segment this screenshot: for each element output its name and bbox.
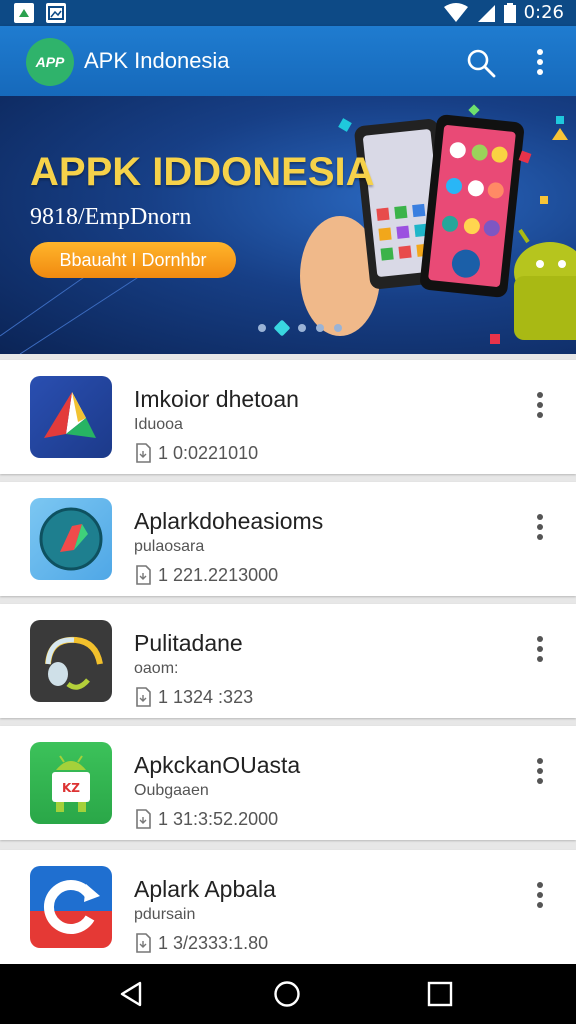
list-item[interactable]: Aplark Apbala pdursain 1 3/2333:1.80 xyxy=(0,850,576,964)
download-size-icon xyxy=(136,565,151,585)
app-meta-text: 1 0:0221010 xyxy=(158,442,259,463)
app-logo: APP xyxy=(26,38,74,86)
banner-subtitle: 9818/EmpDnorn xyxy=(30,204,192,230)
app-meta: 1 0:0221010 xyxy=(134,442,258,464)
carousel-dot[interactable] xyxy=(258,324,266,332)
list-item[interactable]: Aplarkdoheasioms pulaosara 1 221.2213000 xyxy=(0,482,576,596)
banner-cta-button[interactable]: Bbauaht I Dornhbr xyxy=(30,242,236,278)
headset-app-icon xyxy=(30,620,112,702)
download-size-icon xyxy=(136,933,151,953)
app-developer: oaom: xyxy=(134,660,179,677)
back-icon[interactable] xyxy=(118,980,146,1008)
more-vert-icon[interactable] xyxy=(528,634,552,664)
android-app-icon: KZ xyxy=(30,742,112,824)
app-bar: APP APK Indonesia xyxy=(0,26,576,96)
status-time: 0:26 xyxy=(523,2,564,23)
app-title: APK Indonesia xyxy=(84,48,230,73)
drive-like-icon xyxy=(30,376,112,458)
download-size-icon xyxy=(136,687,151,707)
more-vert-icon[interactable] xyxy=(528,46,552,78)
app-name: ApkckanOUasta xyxy=(134,752,301,778)
status-bar: 0:26 xyxy=(0,0,576,26)
compass-app-icon xyxy=(30,498,112,580)
more-vert-icon[interactable] xyxy=(528,512,552,542)
signal-icon xyxy=(477,4,495,22)
more-vert-icon[interactable] xyxy=(528,390,552,420)
download-size-icon xyxy=(136,443,151,463)
app-name: Aplarkdoheasioms xyxy=(134,508,324,534)
battery-icon xyxy=(503,2,516,23)
image-icon xyxy=(46,3,66,23)
list-item[interactable]: KZ ApkckanOUasta Oubgaaen 1 31:3:52.2000 xyxy=(0,726,576,840)
app-name: Imkoior dhetoan xyxy=(134,386,299,412)
carousel-indicator xyxy=(258,319,342,337)
app-meta-text: 1 31:3:52.2000 xyxy=(158,808,279,829)
app-name: Pulitadane xyxy=(134,630,243,656)
list-item[interactable]: Imkoior dhetoan Iduooa 1 0:0221010 xyxy=(0,360,576,474)
app-meta: 1 3/2333:1.80 xyxy=(134,932,268,954)
app-meta-text: 1 3/2333:1.80 xyxy=(158,932,269,953)
wifi-icon xyxy=(443,2,468,22)
app-name: Aplark Apbala xyxy=(134,876,276,902)
app-developer: Iduooa xyxy=(134,416,183,433)
app-developer: Oubgaaen xyxy=(134,782,209,799)
app-developer: pdursain xyxy=(134,906,196,923)
app-meta: 1 221.2213000 xyxy=(134,564,278,586)
more-vert-icon[interactable] xyxy=(528,756,552,786)
list-item[interactable]: Pulitadane oaom: 1 1324 :323 xyxy=(0,604,576,718)
app-meta: 1 31:3:52.2000 xyxy=(134,808,278,830)
carousel-dot[interactable] xyxy=(298,324,306,332)
carousel-dot-active[interactable] xyxy=(273,319,291,337)
app-meta-text: 1 221.2213000 xyxy=(158,564,279,585)
download-size-icon xyxy=(136,809,151,829)
app-meta-text: 1 1324 :323 xyxy=(158,686,254,707)
notification-icon xyxy=(14,3,34,23)
search-icon[interactable] xyxy=(466,48,496,78)
carousel-dot[interactable] xyxy=(316,324,324,332)
system-nav-bar xyxy=(0,964,576,1024)
carousel-dot[interactable] xyxy=(334,324,342,332)
more-vert-icon[interactable] xyxy=(528,880,552,910)
app-meta: 1 1324 :323 xyxy=(134,686,253,708)
refresh-app-icon xyxy=(30,866,112,948)
home-icon[interactable] xyxy=(273,980,301,1008)
svg-text:KZ: KZ xyxy=(62,781,80,795)
promo-banner[interactable]: APPK IDDONESIA 9818/EmpDnorn Bbauaht I D… xyxy=(0,96,576,354)
recents-icon[interactable] xyxy=(426,980,454,1008)
banner-title: APPK IDDONESIA xyxy=(30,150,375,194)
app-developer: pulaosara xyxy=(134,538,205,555)
